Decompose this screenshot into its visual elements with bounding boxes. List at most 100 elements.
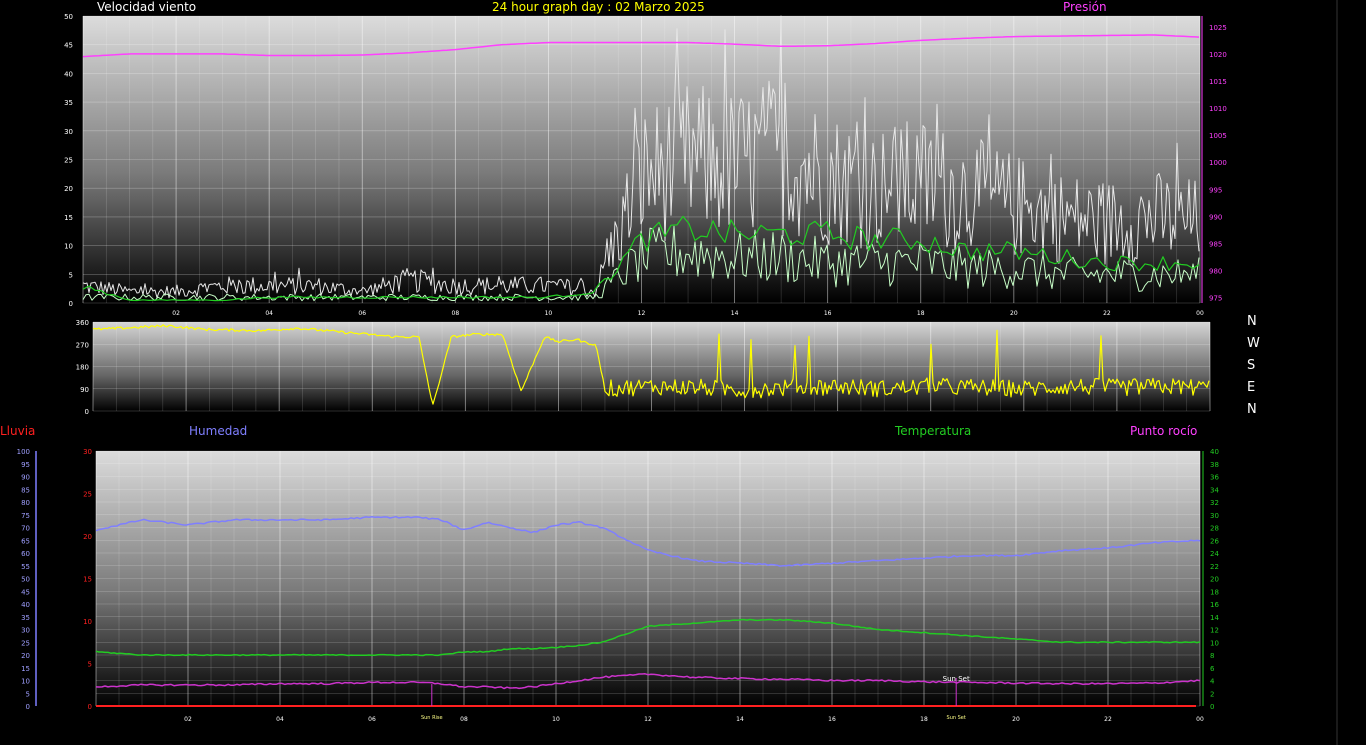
hour-tick: 14 (731, 310, 739, 317)
temperature-tick: 20 (1210, 576, 1219, 584)
humidity-tick: 20 (21, 652, 30, 660)
pressure-tick: 1010 (1209, 105, 1227, 113)
temperature-tick: 8 (1210, 652, 1214, 660)
pressure-tick: 985 (1209, 240, 1222, 248)
temperature-tick: 10 (1210, 639, 1219, 647)
hour-tick: 12 (638, 310, 646, 317)
humidity-tick: 25 (21, 639, 30, 647)
wind-speed-tick: 45 (64, 42, 73, 50)
humidity-tick: 40 (21, 601, 30, 609)
wind-speed-tick: 0 (69, 300, 73, 308)
wind-speed-tick: 25 (64, 157, 73, 165)
hour-tick: 16 (828, 716, 836, 723)
hour-tick: 02 (172, 310, 180, 317)
temperature-tick: 36 (1210, 474, 1219, 482)
rain-tick: 20 (83, 533, 92, 541)
temperature-tick: 34 (1210, 486, 1219, 494)
temperature-tick: 14 (1210, 614, 1219, 622)
humidity-tick: 70 (21, 525, 30, 533)
hour-tick: 12 (644, 716, 652, 723)
hour-tick: 08 (460, 716, 468, 723)
wind-speed-tick: 15 (64, 214, 73, 222)
temperature-tick: 0 (1210, 703, 1214, 711)
wind-speed-tick: 35 (64, 99, 73, 107)
direction-tick: 360 (76, 319, 89, 327)
pressure-tick: 975 (1209, 295, 1222, 303)
wind-speed-tick: 10 (64, 243, 73, 251)
humidity-tick: 15 (21, 665, 30, 673)
hour-tick: 20 (1010, 310, 1018, 317)
temperature-tick: 4 (1210, 678, 1215, 686)
hour-tick: 14 (736, 716, 744, 723)
temperature-tick: 16 (1210, 601, 1219, 609)
direction-tick: 0 (85, 408, 89, 416)
wind-speed-tick: 40 (64, 70, 73, 78)
wind-speed-tick: 20 (64, 185, 73, 193)
hour-tick: 00 (1196, 716, 1204, 723)
humidity-tick: 90 (21, 474, 30, 482)
humidity-tick: 55 (21, 563, 30, 571)
humidity-tick: 80 (21, 499, 30, 507)
direction-tick: 180 (76, 364, 89, 372)
temperature-tick: 26 (1210, 537, 1219, 545)
hour-tick: 06 (368, 716, 376, 723)
rain-tick: 15 (83, 576, 92, 584)
humidity-tick: 10 (21, 678, 30, 686)
sunrise-label: Sun Rise (421, 715, 443, 721)
rain-tick: 10 (83, 618, 92, 626)
hour-tick: 22 (1103, 310, 1111, 317)
humidity-tick: 5 (26, 690, 30, 698)
wind-speed-tick: 30 (64, 128, 73, 136)
direction-tick: 90 (80, 386, 89, 394)
humidity-tick: 85 (21, 486, 30, 494)
humidity-tick: 95 (21, 461, 30, 469)
pressure-tick: 995 (1209, 186, 1222, 194)
hour-tick: 18 (920, 716, 928, 723)
humidity-tick: 100 (17, 448, 30, 456)
pressure-tick: 1015 (1209, 78, 1227, 86)
direction-tick: 270 (76, 341, 89, 349)
hour-tick: 10 (545, 310, 553, 317)
hour-tick: 04 (276, 716, 284, 723)
hour-tick: 16 (824, 310, 832, 317)
pressure-tick: 1000 (1209, 159, 1227, 167)
pressure-tick: 1020 (1209, 51, 1227, 59)
hour-tick: 00 (1196, 310, 1204, 317)
temperature-tick: 22 (1210, 563, 1219, 571)
hour-tick: 08 (452, 310, 460, 317)
humidity-tick: 65 (21, 537, 30, 545)
charts-svg: 0510152025303540455097598098599099510001… (17, 0, 1338, 745)
temperature-tick: 40 (1210, 448, 1219, 456)
weather-graph-page: Velocidad viento 24 hour graph day : 02 … (0, 0, 1366, 745)
pressure-tick: 980 (1209, 268, 1222, 276)
temperature-tick: 28 (1210, 525, 1219, 533)
humidity-tick: 0 (26, 703, 30, 711)
rain-tick: 0 (88, 703, 92, 711)
pressure-tick: 1025 (1209, 24, 1227, 32)
hour-tick: 10 (552, 716, 560, 723)
hour-tick: 06 (358, 310, 366, 317)
humidity-tick: 45 (21, 588, 30, 596)
hour-tick: 02 (184, 716, 192, 723)
temperature-tick: 32 (1210, 499, 1219, 507)
temperature-tick: 12 (1210, 627, 1219, 635)
humidity-tick: 60 (21, 550, 30, 558)
hour-tick: 18 (917, 310, 925, 317)
hour-tick: 22 (1104, 716, 1112, 723)
temperature-tick: 18 (1210, 588, 1219, 596)
hour-tick: 04 (265, 310, 273, 317)
sunset-label: Sun Set (947, 715, 966, 721)
humidity-tick: 35 (21, 614, 30, 622)
rain-tick: 25 (83, 491, 92, 499)
temperature-tick: 30 (1210, 512, 1219, 520)
pressure-tick: 990 (1209, 213, 1222, 221)
temperature-tick: 6 (1210, 665, 1215, 673)
humidity-tick: 30 (21, 627, 30, 635)
humidity-tick: 50 (21, 576, 30, 584)
temperature-tick: 2 (1210, 690, 1214, 698)
rain-tick: 30 (83, 448, 92, 456)
wind-speed-tick: 5 (69, 271, 73, 279)
pressure-tick: 1005 (1209, 132, 1227, 140)
hour-tick: 20 (1012, 716, 1020, 723)
temperature-tick: 38 (1210, 461, 1219, 469)
